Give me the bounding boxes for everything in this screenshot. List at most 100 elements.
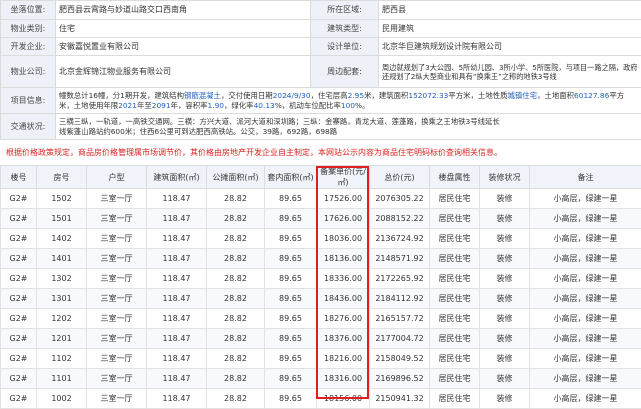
table-cell: 2076305.22: [370, 189, 430, 209]
table-cell: 1402: [37, 229, 87, 249]
table-header-row: 楼号房号户型建筑面积(㎡)公摊面积(㎡)套内面积(㎡)备案单价(元/㎡)总价(元…: [1, 166, 641, 189]
table-cell: 装修: [480, 329, 530, 349]
table-cell: 28.82: [207, 249, 265, 269]
table-row[interactable]: G2#1401三室一厅118.4728.8289.6518136.0021485…: [1, 249, 641, 269]
table-cell: 118.47: [147, 349, 207, 369]
table-cell: 118.47: [147, 249, 207, 269]
column-header: 建筑面积(㎡): [147, 166, 207, 189]
table-cell: 三室一厅: [87, 269, 147, 289]
table-cell: 小高层，绿建一星: [530, 229, 641, 249]
table-cell: 28.82: [207, 329, 265, 349]
table-cell: 装修: [480, 309, 530, 329]
table-cell: 居民住宅: [430, 189, 480, 209]
table-cell: 1102: [37, 349, 87, 369]
table-row[interactable]: G2#1501三室一厅118.4728.8289.6517626.0020881…: [1, 209, 641, 229]
table-cell: 1101: [37, 369, 87, 389]
structure-link[interactable]: 钢筋混凝土: [184, 91, 221, 100]
table-cell: 89.65: [265, 349, 317, 369]
use-value: 住宅: [56, 20, 311, 38]
surroundings-label: 周边配套:: [311, 56, 379, 88]
table-cell: 居民住宅: [430, 209, 480, 229]
project-info-label: 项目信息:: [1, 88, 56, 114]
column-header: 套内面积(㎡): [265, 166, 317, 189]
table-cell: 小高层，绿建一星: [530, 389, 641, 409]
column-header: 楼盘属性: [430, 166, 480, 189]
table-cell: 118.47: [147, 209, 207, 229]
table-cell: 18036.00: [317, 229, 370, 249]
table-cell: 小高层，绿建一星: [530, 189, 641, 209]
table-cell: 小高层，绿建一星: [530, 349, 641, 369]
land-nature-link[interactable]: 城镇住宅: [508, 91, 538, 100]
table-cell: G2#: [1, 289, 37, 309]
table-cell: 装修: [480, 389, 530, 409]
table-cell: 1202: [37, 309, 87, 329]
column-header: 楼号: [1, 166, 37, 189]
table-cell: 三室一厅: [87, 249, 147, 269]
table-row[interactable]: G2#1302三室一厅118.4728.8289.6518336.0021722…: [1, 269, 641, 289]
table-cell: 居民住宅: [430, 269, 480, 289]
table-cell: 28.82: [207, 309, 265, 329]
table-cell: 三室一厅: [87, 189, 147, 209]
table-cell: 18436.00: [317, 289, 370, 309]
table-cell: 28.82: [207, 289, 265, 309]
table-cell: 89.65: [265, 289, 317, 309]
table-cell: 2172265.92: [370, 269, 430, 289]
table-row[interactable]: G2#1402三室一厅118.4728.8289.6518036.0021367…: [1, 229, 641, 249]
table-cell: 三室一厅: [87, 389, 147, 409]
table-cell: 2150941.32: [370, 389, 430, 409]
transport-label: 交通状况:: [1, 114, 56, 140]
designer-value: 北京华巨建筑规划设计院有限公司: [379, 38, 641, 56]
table-cell: 2158049.52: [370, 349, 430, 369]
table-cell: 小高层，绿建一星: [530, 369, 641, 389]
table-cell: 1301: [37, 289, 87, 309]
table-cell: 三室一厅: [87, 349, 147, 369]
table-cell: 28.82: [207, 369, 265, 389]
table-cell: 2136724.92: [370, 229, 430, 249]
table-row[interactable]: G2#1502三室一厅118.4728.8289.6517526.0020763…: [1, 189, 641, 209]
unit-price-table: 楼号房号户型建筑面积(㎡)公摊面积(㎡)套内面积(㎡)备案单价(元/㎡)总价(元…: [0, 165, 641, 409]
property-company-value: 北京金辉锦江物业服务有限公司: [56, 56, 311, 88]
table-cell: G2#: [1, 309, 37, 329]
table-cell: 居民住宅: [430, 309, 480, 329]
table-cell: 118.47: [147, 289, 207, 309]
table-row[interactable]: G2#1002三室一厅118.4728.8289.6518156.0021509…: [1, 389, 641, 409]
table-cell: 小高层，绿建一星: [530, 289, 641, 309]
table-cell: 17526.00: [317, 189, 370, 209]
building-type-label: 建筑类型:: [311, 20, 379, 38]
table-cell: 28.82: [207, 389, 265, 409]
column-header: 备案单价(元/㎡): [317, 166, 370, 189]
table-row[interactable]: G2#1101三室一厅118.4728.8289.6518316.0021698…: [1, 369, 641, 389]
price-notice: 根据价格政策规定，商品房价格管理属市场调节价，其价格由房地产开发企业自主制定，本…: [6, 146, 636, 160]
table-cell: 18336.00: [317, 269, 370, 289]
table-row[interactable]: G2#1102三室一厅118.4728.8289.6518216.0021580…: [1, 349, 641, 369]
table-row[interactable]: G2#1301三室一厅118.4728.8289.6518436.0021841…: [1, 289, 641, 309]
table-cell: 1201: [37, 329, 87, 349]
table-cell: 28.82: [207, 209, 265, 229]
table-cell: 1002: [37, 389, 87, 409]
table-cell: 18216.00: [317, 349, 370, 369]
location-value: 肥西县云霄路与妙道山路交口西南角: [56, 1, 311, 20]
table-cell: G2#: [1, 249, 37, 269]
table-cell: 89.65: [265, 329, 317, 349]
table-cell: 1302: [37, 269, 87, 289]
table-row[interactable]: G2#1202三室一厅118.4728.8289.6518276.0021651…: [1, 309, 641, 329]
table-cell: 118.47: [147, 329, 207, 349]
table-cell: 28.82: [207, 229, 265, 249]
table-cell: 89.65: [265, 369, 317, 389]
table-cell: 装修: [480, 269, 530, 289]
table-cell: 2184112.92: [370, 289, 430, 309]
table-cell: 118.47: [147, 269, 207, 289]
table-cell: 18136.00: [317, 249, 370, 269]
building-type-value: 民用建筑: [379, 20, 641, 38]
table-cell: 三室一厅: [87, 309, 147, 329]
table-row[interactable]: G2#1201三室一厅118.4728.8289.6518376.0021770…: [1, 329, 641, 349]
table-cell: 装修: [480, 249, 530, 269]
table-cell: 装修: [480, 229, 530, 249]
table-cell: G2#: [1, 369, 37, 389]
use-label: 物业类别:: [1, 20, 56, 38]
table-cell: 三室一厅: [87, 229, 147, 249]
table-cell: 89.65: [265, 309, 317, 329]
table-cell: 28.82: [207, 189, 265, 209]
district-label: 所在区域:: [311, 1, 379, 20]
table-cell: G2#: [1, 329, 37, 349]
